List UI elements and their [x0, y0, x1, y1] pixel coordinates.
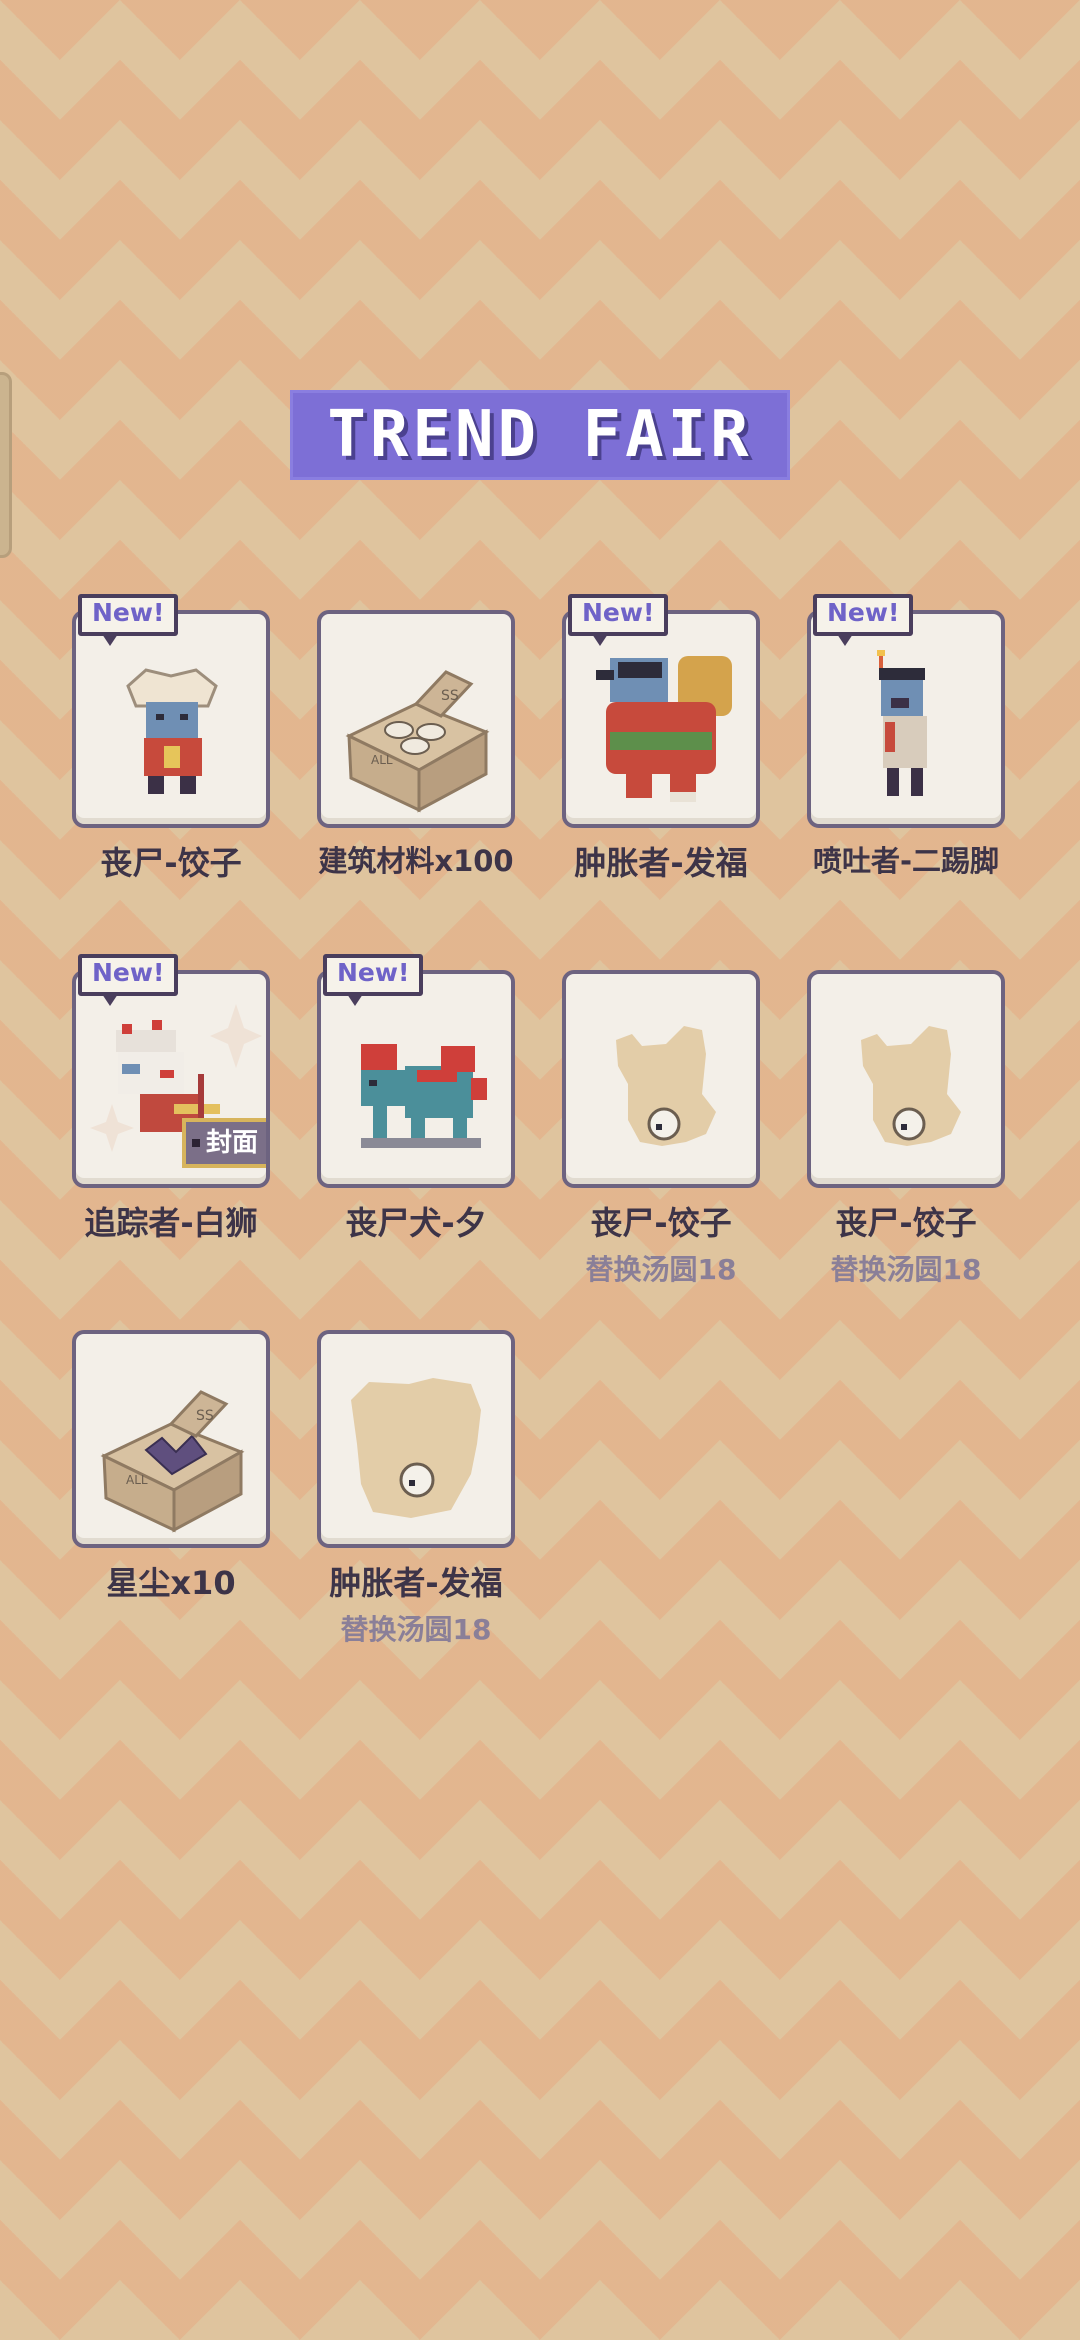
item-substitute-note: 替换汤圆18: [340, 1613, 492, 1646]
side-drawer-handle[interactable]: [0, 372, 12, 558]
title-banner: TREND FAIR: [290, 390, 790, 480]
reward-item[interactable]: 肿胀者-发福 替换汤圆18: [317, 1330, 515, 1690]
item-substitute-note: 替换汤圆18: [830, 1253, 982, 1286]
new-badge: New!: [323, 954, 424, 1006]
reward-item[interactable]: New! 喷吐者-二踢脚: [807, 594, 1005, 970]
reward-item[interactable]: SS ALL 建筑材料x100: [317, 610, 515, 970]
silhouette-tangyuan-icon: [616, 1026, 716, 1146]
reward-card[interactable]: [807, 970, 1005, 1188]
new-badge: New!: [568, 594, 669, 646]
item-name: 丧尸-饺子: [835, 1204, 977, 1242]
new-badge: New!: [813, 594, 914, 646]
svg-text:ALL: ALL: [371, 753, 393, 767]
svg-text:SS: SS: [196, 1408, 214, 1424]
reward-item[interactable]: New! 丧尸犬-夕: [317, 954, 515, 1330]
silhouette-tangyuan-icon: [351, 1378, 481, 1518]
stardust-crate-icon: SS ALL: [100, 1390, 245, 1533]
silhouette-tangyuan-icon: [861, 1026, 961, 1146]
page-title: TREND FAIR: [327, 398, 753, 472]
reward-card[interactable]: [562, 970, 760, 1188]
item-name: 星尘x10: [106, 1564, 236, 1602]
item-name: 追踪者-白狮: [84, 1204, 258, 1242]
item-name: 建筑材料x100: [318, 844, 514, 878]
item-name: 肿胀者-发福: [329, 1564, 503, 1602]
reward-item[interactable]: New! 肿胀者-发福: [562, 594, 760, 970]
item-substitute-note: 替换汤圆18: [585, 1253, 737, 1286]
svg-text:ALL: ALL: [126, 1473, 148, 1487]
material-crate-icon: SS ALL: [345, 670, 490, 813]
item-name: 丧尸-饺子: [590, 1204, 732, 1242]
cover-tag: 封面: [181, 1118, 266, 1168]
new-badge: New!: [78, 594, 179, 646]
new-badge: New!: [78, 954, 179, 1006]
item-name: 喷吐者-二踢脚: [812, 844, 1000, 878]
item-name: 丧尸-饺子: [100, 844, 242, 882]
item-name: 丧尸犬-夕: [345, 1204, 487, 1242]
reward-card[interactable]: SS ALL: [317, 610, 515, 828]
reward-item[interactable]: New! 丧尸-饺子: [72, 594, 270, 970]
reward-item[interactable]: 丧尸-饺子 替换汤圆18: [807, 970, 1005, 1330]
reward-item[interactable]: SS ALL 星尘x10: [72, 1330, 270, 1690]
item-name: 肿胀者-发福: [574, 844, 748, 882]
reward-card[interactable]: [317, 1330, 515, 1548]
reward-grid: New! 丧尸-饺子 SS ALL 建筑材料x100 New! 肿胀者-发福 N…: [72, 594, 1008, 1690]
reward-item[interactable]: 丧尸-饺子 替换汤圆18: [562, 970, 760, 1330]
svg-text:SS: SS: [441, 688, 459, 704]
reward-item[interactable]: New! 封面 追踪者-白狮: [72, 954, 270, 1330]
reward-card[interactable]: SS ALL: [72, 1330, 270, 1548]
